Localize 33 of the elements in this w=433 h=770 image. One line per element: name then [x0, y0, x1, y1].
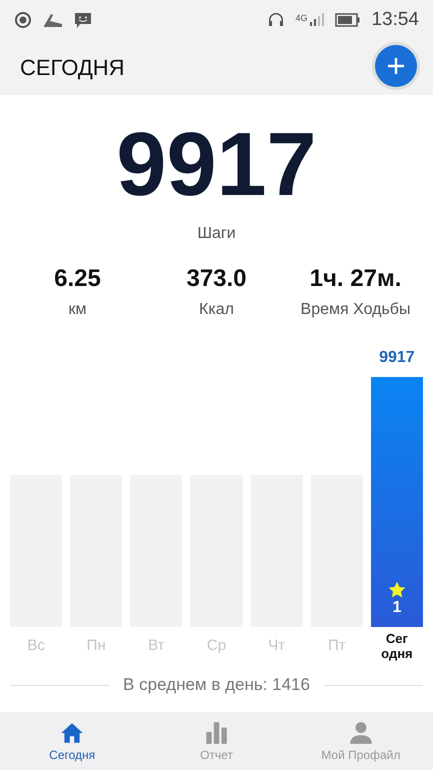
day-label: Вс: [26, 636, 46, 656]
stat-value: 373.0: [186, 265, 247, 293]
stat-value: 1ч. 27м.: [310, 265, 402, 293]
screen-title: СЕГОДНЯ: [20, 54, 125, 80]
day-label: Ср: [206, 636, 228, 656]
stat-value: 6.25: [54, 265, 101, 293]
add-button[interactable]: [375, 44, 417, 86]
nav-tab[interactable]: Отчет: [144, 712, 289, 770]
star-icon: [388, 581, 406, 599]
headphones-icon: [267, 11, 286, 29]
battery-icon: [335, 13, 362, 27]
day-label: Пт: [326, 636, 347, 656]
steps-label: Шаги: [196, 225, 237, 243]
stat-label: км: [68, 301, 86, 319]
record-icon: [14, 11, 32, 29]
plus-icon: [386, 56, 406, 76]
nav-tab[interactable]: Мой Профайл: [288, 712, 433, 770]
day-label: Чт: [267, 636, 286, 656]
star-count: 1: [392, 599, 402, 617]
day-value: 9917: [378, 349, 416, 368]
step-count: 9917: [115, 115, 318, 215]
day-label: Пн: [86, 636, 107, 656]
signal-icon: [309, 13, 326, 27]
network-label: 4G: [295, 13, 308, 23]
stat-label: Ккал: [199, 301, 234, 319]
stat-label: Время Ходьбы: [300, 301, 410, 319]
person-icon: [348, 720, 374, 746]
daily-average: В среднем в день: 1416: [123, 675, 310, 695]
clock-time: 13:54: [371, 9, 419, 31]
nav-tab[interactable]: Сегодня: [0, 712, 144, 770]
day-label: Сег одня: [381, 630, 413, 663]
message-icon: [74, 11, 92, 29]
day-label: Вт: [147, 636, 166, 656]
